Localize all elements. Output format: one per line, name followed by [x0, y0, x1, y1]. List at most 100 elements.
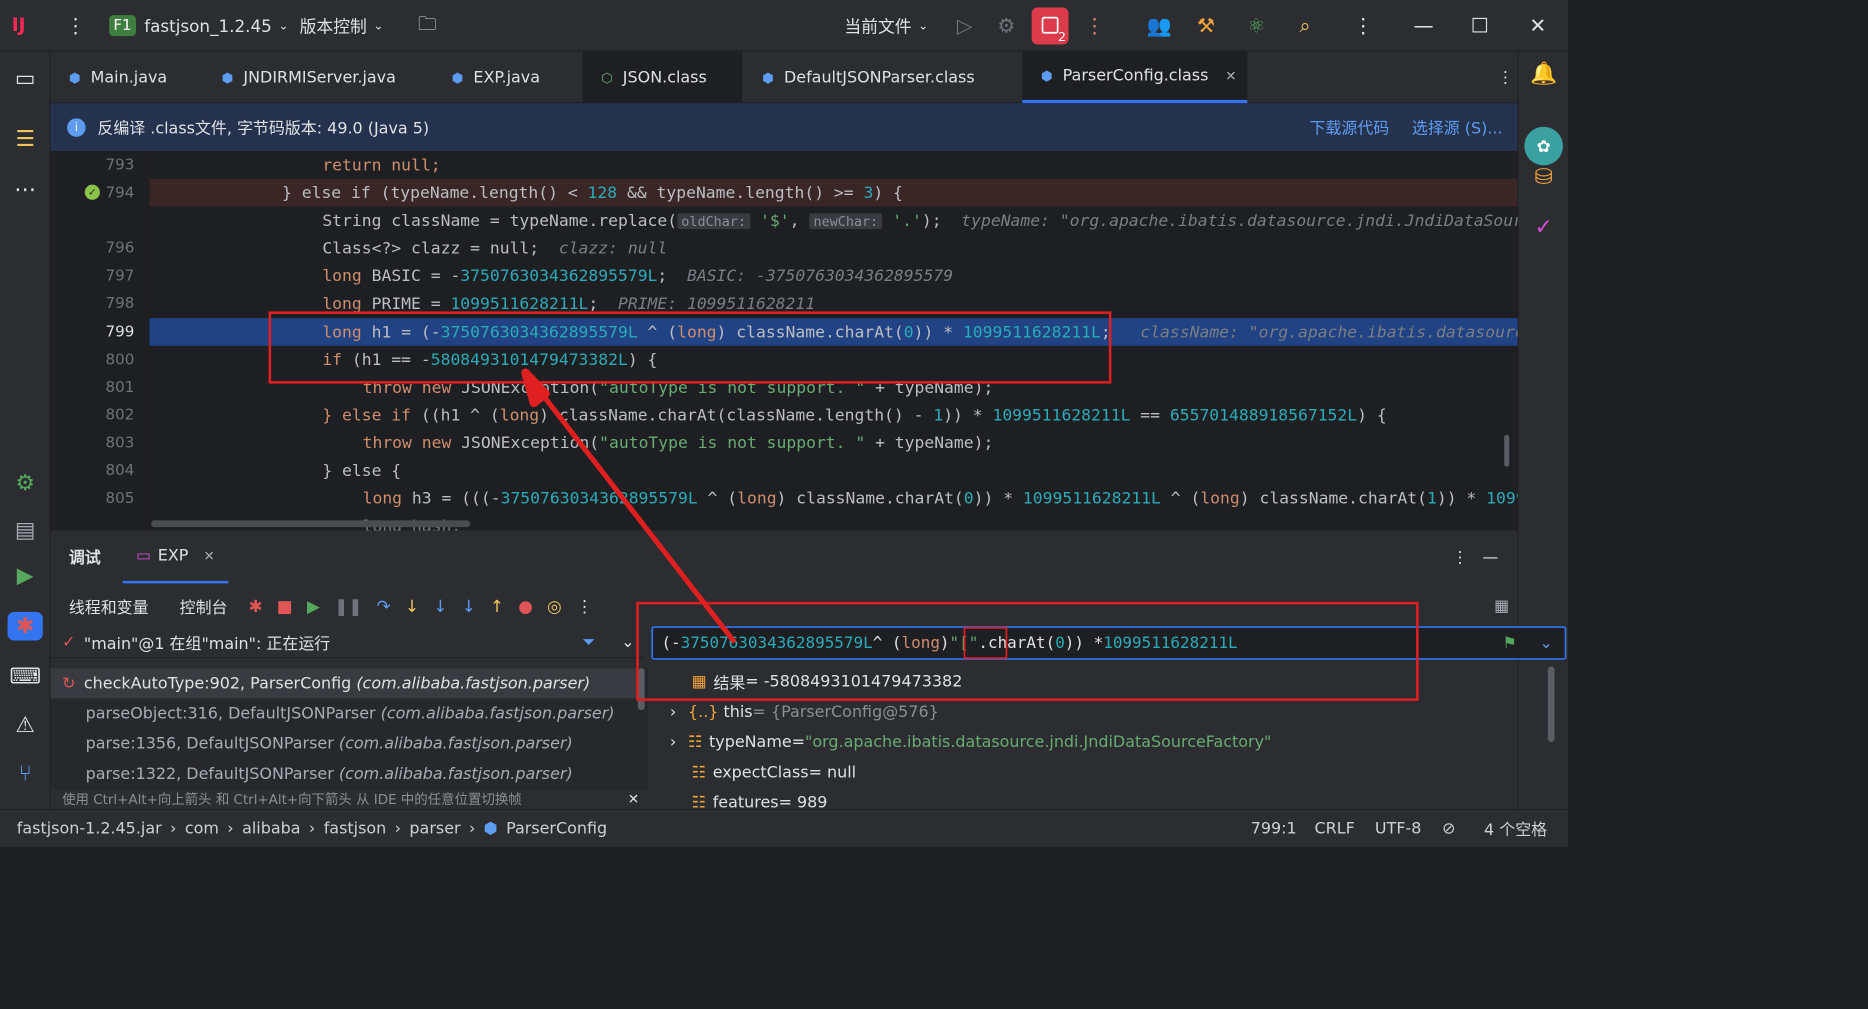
- line-number: 801: [105, 378, 135, 397]
- force-step-into-icon[interactable]: ↓: [433, 596, 447, 616]
- line-number: 793: [105, 156, 135, 174]
- copilot-avatar-icon[interactable]: ✿: [1518, 126, 1568, 166]
- add-watch-icon[interactable]: ⚑: [1503, 628, 1517, 658]
- structure-icon[interactable]: ☰: [0, 127, 50, 152]
- database-icon[interactable]: ⛁: [1518, 165, 1568, 190]
- smart-step-icon[interactable]: ↓: [462, 596, 476, 616]
- ai-assistant-icon[interactable]: ⚛: [1247, 14, 1265, 38]
- cursor-position[interactable]: 799:1: [1251, 819, 1297, 837]
- variable-row[interactable]: ☷ features = 989: [692, 787, 828, 809]
- more-actions-icon[interactable]: ⋮: [1085, 14, 1105, 38]
- search-icon[interactable]: ⌕: [1299, 14, 1310, 38]
- stop-icon[interactable]: ■: [277, 596, 293, 616]
- run-config-selector[interactable]: 当前文件 ⌄: [844, 0, 928, 51]
- problems-icon[interactable]: ⚠: [0, 713, 50, 738]
- variables-scrollbar[interactable]: [1547, 666, 1555, 743]
- variable-row[interactable]: › {..} this = {ParserConfig@576}: [670, 697, 939, 727]
- folder-icon[interactable]: 🗀: [418, 10, 436, 42]
- code-line-795: String className = typeName.replace(oldC…: [322, 210, 1518, 230]
- main-menu-icon[interactable]: ⋮: [65, 14, 85, 38]
- tab-json-class[interactable]: ⬡ JSON.class: [582, 51, 743, 104]
- variable-row[interactable]: › ☷ typeName = "org.apache.ibatis.datasour…: [670, 727, 1272, 757]
- download-sources-link[interactable]: 下载源代码: [1309, 116, 1389, 139]
- tab-main-java[interactable]: ⬢ Main.java: [50, 51, 193, 103]
- tab-parserconfig-class[interactable]: ⬢ ParserConfig.class ✕: [1022, 51, 1248, 104]
- vcs-label: 版本控制: [299, 16, 367, 37]
- breakpoint-check-icon[interactable]: ✓: [84, 184, 100, 200]
- tab-close-icon[interactable]: ✕: [204, 548, 215, 564]
- tab-debug[interactable]: 调试: [69, 531, 101, 584]
- indent-setting[interactable]: 4 个空格: [1484, 817, 1547, 840]
- tab-close-icon[interactable]: ✕: [1225, 68, 1236, 84]
- hint-close-icon[interactable]: ✕: [628, 787, 639, 811]
- frames-list: ↻ checkAutoType:902, ParserConfig (com.al…: [50, 668, 649, 790]
- tabs-more-icon[interactable]: ⋮: [1491, 51, 1518, 103]
- line-number: 799: [105, 323, 135, 341]
- step-over-icon[interactable]: ↷: [377, 596, 391, 616]
- run-tool-icon[interactable]: ▶: [0, 563, 50, 588]
- list-item[interactable]: parse:1356, DefaultJSONParser (com.aliba…: [86, 729, 573, 759]
- file-encoding[interactable]: UTF-8: [1375, 819, 1421, 837]
- line-separator[interactable]: CRLF: [1315, 819, 1355, 837]
- build-tools-icon[interactable]: ⚒: [1197, 14, 1215, 38]
- stop-icon: [1041, 16, 1059, 34]
- git-icon[interactable]: ⑂: [0, 761, 50, 786]
- settings-update-icon[interactable]: ⋮: [1353, 14, 1373, 38]
- tab-exp-run[interactable]: ▭ EXP ✕: [122, 531, 229, 584]
- vcs-menu[interactable]: 版本控制 ⌄: [300, 0, 384, 51]
- debug-more-icon[interactable]: ⋮: [1452, 531, 1468, 584]
- minimize-icon[interactable]: —: [1414, 14, 1434, 38]
- pause-icon[interactable]: ❚❚: [334, 596, 362, 616]
- run-icon[interactable]: ▷: [957, 14, 973, 38]
- layout-icon[interactable]: ▦: [1494, 589, 1509, 623]
- thread-selector[interactable]: ✓ "main"@1 在组"main": 正在运行 ⏷ ⌄: [50, 626, 645, 659]
- resume-icon[interactable]: ▶: [307, 596, 320, 616]
- java-class-icon: ⬢: [221, 69, 234, 86]
- plugin-icon[interactable]: ✓: [1518, 215, 1568, 240]
- step-out-icon[interactable]: ↑: [490, 596, 504, 616]
- intellij-logo-icon[interactable]: IJ: [12, 15, 26, 36]
- tab-console[interactable]: 控制台: [180, 589, 228, 623]
- tab-defaultjsonparser-class[interactable]: ⬢ DefaultJSONParser.class: [744, 51, 987, 103]
- terminal-stack-icon[interactable]: ▤: [0, 518, 50, 543]
- mute-breakpoints-icon[interactable]: ◎: [547, 596, 562, 616]
- more-icon[interactable]: ⋮: [576, 596, 593, 616]
- view-breakpoints-icon[interactable]: ●: [518, 596, 533, 616]
- code-with-me-icon[interactable]: 👥: [1147, 14, 1172, 38]
- chevron-down-icon[interactable]: ⌄: [1539, 628, 1552, 658]
- notifications-icon[interactable]: 🔔: [1518, 61, 1568, 86]
- rerun-debug-icon[interactable]: ✱: [248, 596, 262, 616]
- horizontal-scrollbar[interactable]: [151, 520, 471, 528]
- tab-threads-variables[interactable]: 线程和变量: [69, 589, 149, 623]
- info-icon: i: [67, 117, 86, 137]
- project-view-icon[interactable]: ▭: [0, 66, 50, 91]
- debug-icon[interactable]: ⚙: [997, 14, 1015, 38]
- filter-icon[interactable]: ⏷: [583, 626, 596, 658]
- stop-button[interactable]: 2: [1031, 7, 1069, 45]
- close-icon[interactable]: ✕: [1529, 14, 1546, 38]
- step-into-icon[interactable]: ↓: [405, 596, 419, 616]
- list-item[interactable]: parseObject:316, DefaultJSONParser (com.…: [86, 698, 615, 728]
- debug-tool-icon[interactable]: ✱: [0, 611, 50, 641]
- vertical-scrollbar[interactable]: [1504, 434, 1510, 467]
- tab-exp-java[interactable]: ⬢ EXP.java: [433, 51, 584, 103]
- run-config-label: 当前文件: [844, 16, 912, 37]
- terminal-icon[interactable]: ⌨: [0, 664, 50, 689]
- list-item[interactable]: ↻ checkAutoType:902, ParserConfig (com.al…: [50, 668, 638, 699]
- choose-sources-link[interactable]: 选择源 (S)...: [1412, 116, 1503, 139]
- readonly-icon[interactable]: ⊘: [1442, 819, 1455, 837]
- variable-row[interactable]: ☷ expectClass = null: [692, 757, 856, 787]
- code-line-793: return null;: [322, 155, 441, 175]
- project-selector[interactable]: F1 fastjson_1.2.45 ⌄: [109, 0, 288, 51]
- annotation-box-code: [268, 311, 1112, 384]
- services-icon[interactable]: ⚙: [0, 471, 50, 496]
- class-file-icon: ⬢: [762, 69, 774, 86]
- hide-panel-icon[interactable]: —: [1482, 531, 1498, 584]
- line-number: 802: [105, 406, 135, 424]
- list-item[interactable]: parse:1322, DefaultJSONParser (com.aliba…: [86, 759, 573, 789]
- maximize-icon[interactable]: ☐: [1471, 14, 1489, 38]
- object-icon: {..}: [687, 702, 719, 722]
- tab-jndirmiserver-java[interactable]: ⬢ JNDIRMIServer.java: [203, 51, 413, 103]
- more-tools-icon[interactable]: ⋯: [0, 177, 50, 202]
- chevron-down-icon[interactable]: ⌄: [621, 626, 634, 658]
